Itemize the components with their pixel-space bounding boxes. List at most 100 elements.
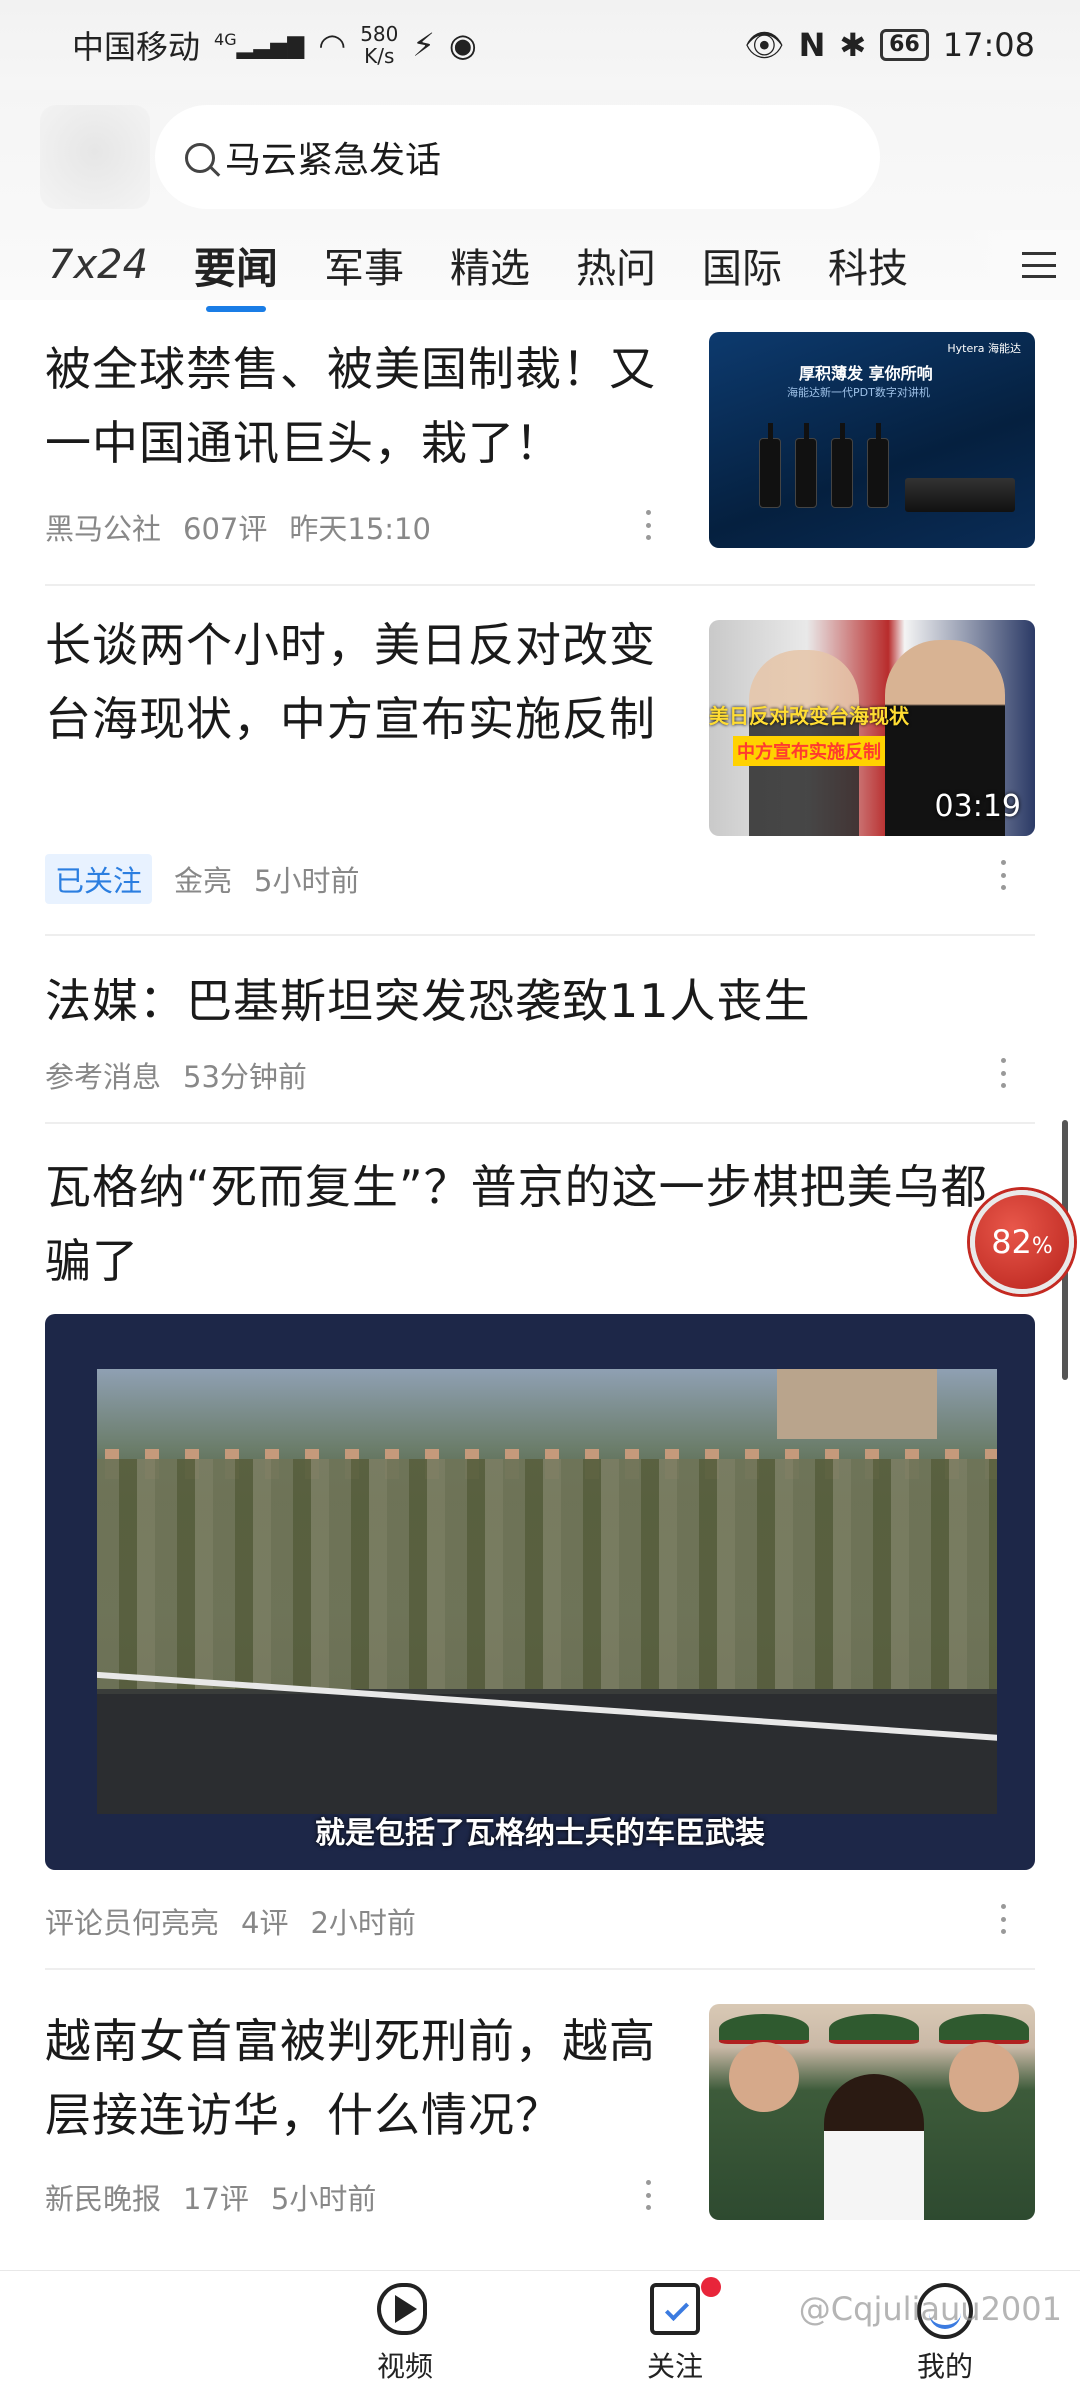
road-image bbox=[97, 1694, 997, 1814]
more-options-icon[interactable] bbox=[1000, 1058, 1006, 1088]
thumb-brand: Hytera 海能达 bbox=[947, 342, 1021, 355]
officer-cap bbox=[719, 2014, 809, 2044]
more-options-icon[interactable] bbox=[1000, 860, 1006, 890]
officer-cap bbox=[829, 2014, 919, 2044]
radio-device-image bbox=[831, 423, 853, 508]
list-item[interactable]: 被全球禁售、被美国制裁！又一中国通讯巨头，栽了！ 黑马公社 607评 昨天15:… bbox=[45, 300, 1035, 586]
status-bar: 中国移动 4G▂▃▅▇ ◠ 580 K/s ⚡ ◉ 👁 N ✱ 66 17:08 bbox=[0, 0, 1080, 90]
carrier-label: 中国移动 bbox=[72, 28, 201, 66]
article-source[interactable]: 金亮 bbox=[174, 858, 232, 900]
more-options-icon[interactable] bbox=[1000, 1904, 1006, 1934]
battery-indicator: 66 bbox=[880, 29, 929, 61]
video-player-thumbnail[interactable]: 就是包括了瓦格纳士兵的车臣武装 bbox=[45, 1314, 1035, 1870]
follow-icon bbox=[647, 2277, 721, 2339]
video-frame bbox=[97, 1369, 997, 1814]
nav-follow-label: 关注 bbox=[646, 2350, 703, 2383]
search-icon bbox=[185, 143, 215, 173]
article-source[interactable]: 新民晚报 bbox=[45, 2176, 161, 2218]
eye-comfort-icon: 👁 bbox=[743, 26, 785, 64]
nav-follow[interactable]: 关注 bbox=[615, 2277, 735, 2385]
tab-international[interactable]: 国际 bbox=[702, 236, 782, 294]
article-meta: 参考消息 53分钟前 bbox=[45, 1054, 307, 1096]
publish-time: 5小时前 bbox=[270, 2182, 377, 2216]
wifi-icon: ◠ bbox=[318, 26, 347, 64]
list-item[interactable]: 越南女首富被判死刑前，越高层接连访华，什么情况？ 新民晚报 17评 5小时前 bbox=[45, 1970, 1035, 2260]
radio-device-image bbox=[867, 423, 889, 508]
soldiers-image bbox=[97, 1459, 997, 1689]
nav-me-label: 我的 bbox=[916, 2350, 973, 2383]
article-source[interactable]: 评论员何亮亮 bbox=[45, 1900, 219, 1942]
net-speed: 580 K/s bbox=[360, 22, 399, 68]
nav-video[interactable]: 视频 bbox=[345, 2283, 465, 2385]
tab-7x24[interactable]: 7x24 bbox=[48, 242, 148, 288]
tab-tech[interactable]: 科技 bbox=[828, 236, 908, 294]
article-source[interactable]: 黑马公社 bbox=[45, 506, 161, 548]
thumb-caption: 美日反对改变台海现状 bbox=[709, 704, 909, 728]
tab-hot-questions[interactable]: 热问 bbox=[576, 236, 656, 294]
channel-tabs: 7x24 要闻 军事 精选 热问 国际 科技 bbox=[0, 230, 1080, 312]
article-title[interactable]: 瓦格纳“死而复生”？普京的这一步棋把美乌都骗了 bbox=[45, 1150, 1000, 1298]
search-area: 马云紧急发话 bbox=[40, 105, 880, 209]
building-image bbox=[777, 1369, 937, 1439]
channel-menu-area bbox=[970, 230, 1080, 300]
bluetooth-icon: ✱ bbox=[839, 26, 867, 64]
notification-dot bbox=[701, 2277, 721, 2297]
article-title[interactable]: 越南女首富被判死刑前，越高层接连访华，什么情况？ bbox=[45, 2004, 675, 2152]
article-thumbnail[interactable]: Hytera 海能达 厚积薄发 享你所响 海能达新一代PDT数字对讲机 bbox=[709, 332, 1035, 548]
search-input[interactable]: 马云紧急发话 bbox=[155, 105, 880, 209]
nfc-icon: N bbox=[798, 26, 826, 64]
article-meta: 新民晚报 17评 5小时前 bbox=[45, 2176, 376, 2218]
article-title[interactable]: 法媒：巴基斯坦突发恐袭致11人丧生 bbox=[45, 964, 1035, 1038]
reading-progress-badge[interactable]: 82% bbox=[970, 1190, 1074, 1294]
more-options-icon[interactable] bbox=[645, 510, 651, 540]
tab-headlines[interactable]: 要闻 bbox=[194, 235, 278, 312]
radio-device-image bbox=[759, 423, 781, 508]
base-station-image bbox=[905, 478, 1015, 512]
radio-device-image bbox=[795, 423, 817, 508]
list-item[interactable]: 瓦格纳“死而复生”？普京的这一步棋把美乌都骗了 就是包括了瓦格纳士兵的车臣武装 … bbox=[45, 1124, 1035, 1970]
officer-face bbox=[729, 2042, 799, 2112]
article-meta: 已关注 金亮 5小时前 bbox=[45, 854, 359, 904]
thumb-headline: 厚积薄发 享你所响 bbox=[799, 364, 933, 383]
tab-featured[interactable]: 精选 bbox=[450, 236, 530, 294]
search-query: 马云紧急发话 bbox=[225, 140, 442, 181]
publish-time: 5小时前 bbox=[254, 864, 360, 898]
menu-icon[interactable] bbox=[1022, 252, 1056, 278]
header: 马云紧急发话 7x24 要闻 军事 精选 热问 国际 科技 bbox=[0, 90, 1080, 312]
comment-count: 4评 bbox=[241, 1906, 289, 1940]
play-icon bbox=[377, 2283, 433, 2339]
video-duration: 03:19 bbox=[934, 789, 1021, 824]
comment-count: 17评 bbox=[183, 2182, 249, 2216]
video-subtitle: 就是包括了瓦格纳士兵的车臣武装 bbox=[315, 1816, 765, 1851]
article-title[interactable]: 长谈两个小时，美日反对改变台海现状，中方宣布实施反制 bbox=[45, 608, 675, 756]
officer-cap bbox=[939, 2014, 1029, 2044]
time-label: 17:08 bbox=[942, 26, 1035, 64]
list-item[interactable]: 法媒：巴基斯坦突发恐袭致11人丧生 参考消息 53分钟前 bbox=[45, 936, 1035, 1124]
comment-count: 607评 bbox=[183, 512, 268, 546]
publish-time: 2小时前 bbox=[310, 1906, 416, 1940]
list-item[interactable]: 长谈两个小时，美日反对改变台海现状，中方宣布实施反制 已关注 金亮 5小时前 美… bbox=[45, 586, 1035, 936]
article-meta: 评论员何亮亮 4评 2小时前 bbox=[45, 1900, 416, 1942]
article-thumbnail[interactable] bbox=[709, 2004, 1035, 2220]
news-feed: 被全球禁售、被美国制裁！又一中国通讯巨头，栽了！ 黑马公社 607评 昨天15:… bbox=[45, 300, 1035, 2260]
status-left: 中国移动 4G▂▃▅▇ ◠ 580 K/s ⚡ ◉ bbox=[72, 22, 477, 68]
app-notification-icon: ◉ bbox=[448, 26, 477, 64]
publish-time: 53分钟前 bbox=[183, 1060, 307, 1094]
more-options-icon[interactable] bbox=[645, 2180, 651, 2210]
publish-time: 昨天15:10 bbox=[289, 512, 431, 546]
status-right: 👁 N ✱ 66 17:08 bbox=[744, 26, 1035, 64]
article-title[interactable]: 被全球禁售、被美国制裁！又一中国通讯巨头，栽了！ bbox=[45, 332, 665, 480]
watermark-text: @Cqjuliauu2001 bbox=[798, 2290, 1062, 2328]
followed-badge: 已关注 bbox=[45, 854, 153, 904]
nav-video-label: 视频 bbox=[376, 2350, 433, 2383]
article-meta: 黑马公社 607评 昨天15:10 bbox=[45, 506, 431, 548]
officer-face bbox=[949, 2042, 1019, 2112]
app-logo[interactable] bbox=[40, 105, 150, 209]
article-source[interactable]: 参考消息 bbox=[45, 1054, 161, 1096]
tab-military[interactable]: 军事 bbox=[324, 236, 404, 294]
signal-icon: 4G▂▃▅▇ bbox=[214, 30, 305, 60]
hd-icon: ⚡ bbox=[412, 26, 435, 64]
defendant-image bbox=[824, 2074, 924, 2220]
video-thumbnail[interactable]: 美日反对改变台海现状 中方宣布实施反制 03:19 bbox=[709, 620, 1035, 836]
thumb-subline: 海能达新一代PDT数字对讲机 bbox=[787, 386, 930, 399]
